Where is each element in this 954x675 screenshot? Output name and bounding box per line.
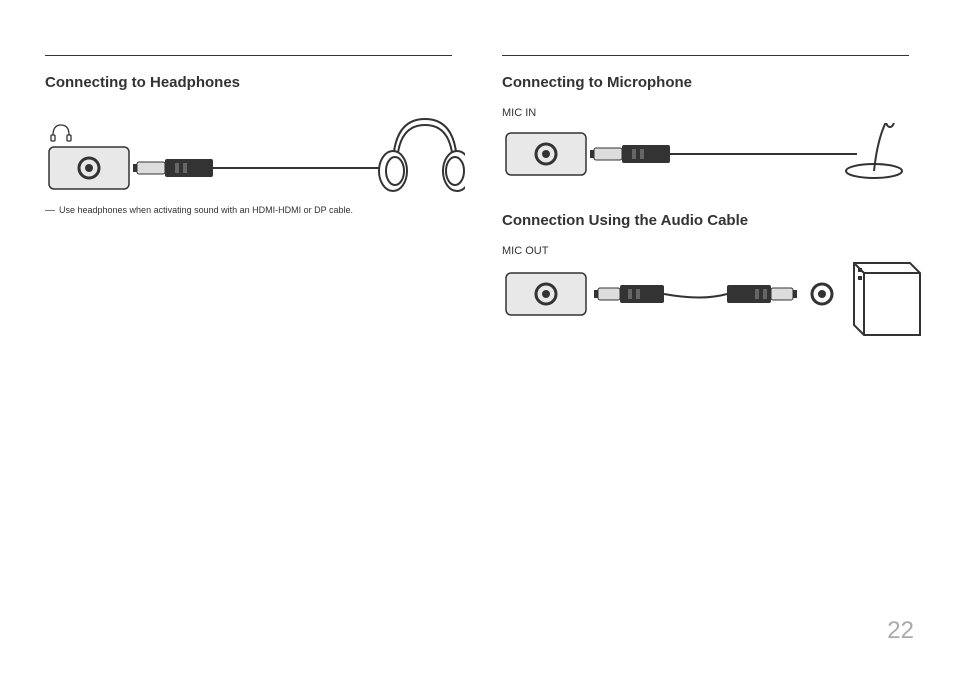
left-column: Connecting to Headphones bbox=[45, 55, 452, 365]
audio-cable-title: Connection Using the Audio Cable bbox=[502, 212, 909, 229]
mic-in-label: MIC IN bbox=[502, 107, 909, 119]
microphone-title: Connecting to Microphone bbox=[502, 74, 909, 91]
footnote-text: Use headphones when activating sound wit… bbox=[59, 205, 353, 216]
divider bbox=[45, 55, 452, 56]
mic-out-diagram bbox=[502, 261, 909, 351]
footnote-dash-icon: ― bbox=[45, 205, 55, 217]
right-column: Connecting to Microphone MIC IN bbox=[502, 55, 909, 365]
headphones-title: Connecting to Headphones bbox=[45, 74, 452, 91]
headphones-diagram bbox=[45, 107, 452, 187]
footnote: ― Use headphones when activating sound w… bbox=[45, 205, 452, 217]
mic-in-diagram bbox=[502, 123, 909, 198]
mic-out-label: MIC OUT bbox=[502, 245, 909, 257]
divider bbox=[502, 55, 909, 56]
page-number: 22 bbox=[887, 617, 914, 645]
